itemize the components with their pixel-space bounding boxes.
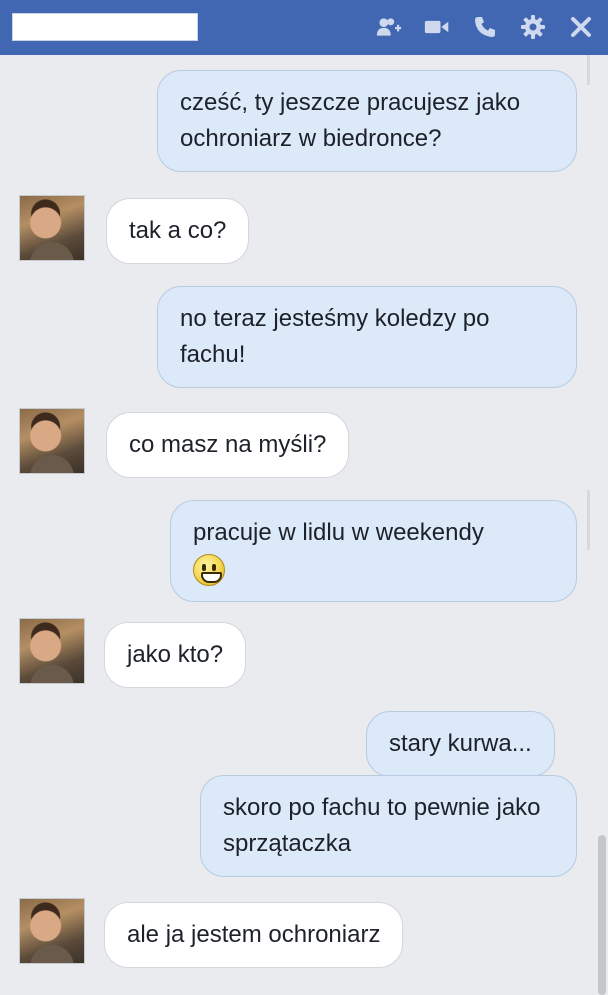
chat-titlebar <box>0 0 608 55</box>
smiley-icon <box>193 553 225 586</box>
message-outgoing: stary kurwa... <box>366 711 555 777</box>
message-text: stary kurwa... <box>389 730 532 757</box>
message-outgoing: no teraz jesteśmy koledzy po fachu! <box>157 286 577 388</box>
message-text: skoro po fachu to pewnie jako sprzątaczk… <box>223 794 541 857</box>
phone-icon[interactable] <box>472 14 498 40</box>
message-text: co masz na myśli? <box>129 431 327 458</box>
message-incoming: co masz na myśli? <box>106 412 350 478</box>
add-friend-icon[interactable] <box>376 14 402 40</box>
scroll-marker <box>587 490 590 550</box>
message-text: cześć, ty jeszcze pracujesz jako ochroni… <box>180 89 521 152</box>
avatar[interactable] <box>19 408 85 474</box>
gear-icon[interactable] <box>520 14 546 40</box>
avatar[interactable] <box>19 195 85 261</box>
message-text: ale ja jestem ochroniarz <box>127 921 381 948</box>
avatar[interactable] <box>19 618 85 684</box>
message-text: tak a co? <box>129 217 227 244</box>
scroll-marker <box>587 55 590 85</box>
message-incoming: jako kto? <box>104 622 247 688</box>
message-outgoing: cześć, ty jeszcze pracujesz jako ochroni… <box>157 70 577 172</box>
scrollbar-track[interactable] <box>596 55 608 995</box>
avatar[interactable] <box>19 898 85 964</box>
message-outgoing: pracuje w lidlu w weekendy <box>170 500 577 602</box>
chat-title-field[interactable] <box>12 13 198 41</box>
message-text: no teraz jesteśmy koledzy po fachu! <box>180 305 490 368</box>
message-text: pracuje w lidlu w weekendy <box>193 519 484 546</box>
titlebar-actions <box>376 10 594 44</box>
message-incoming: ale ja jestem ochroniarz <box>104 902 404 968</box>
message-text: jako kto? <box>127 641 224 668</box>
video-call-icon[interactable] <box>424 14 450 40</box>
chat-thread[interactable]: cześć, ty jeszcze pracujesz jako ochroni… <box>0 55 608 995</box>
close-icon[interactable] <box>568 14 594 40</box>
scrollbar-thumb[interactable] <box>598 835 606 995</box>
message-outgoing: skoro po fachu to pewnie jako sprzątaczk… <box>200 775 577 877</box>
message-incoming: tak a co? <box>106 198 250 264</box>
